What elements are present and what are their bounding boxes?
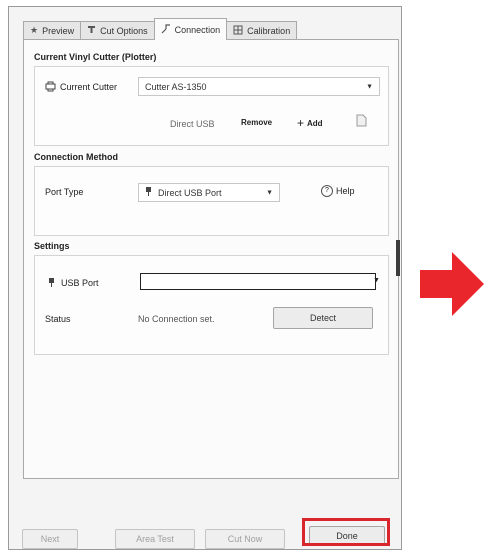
tab-connection[interactable]: Connection [153, 18, 228, 40]
right-arrow-icon [418, 250, 486, 321]
usb-port-select[interactable] [140, 273, 376, 290]
star-icon: ★ [30, 25, 39, 35]
connection-panel: Current Vinyl Cutter (Plotter) Current C… [23, 39, 399, 479]
add-label: Add [307, 118, 323, 128]
cutter-icon [87, 25, 96, 36]
connection-method-group: Connection Method Port Type Direct USB P… [34, 152, 389, 236]
chevron-down-icon[interactable]: ▼ [373, 277, 380, 284]
group-title: Connection Method [34, 152, 118, 162]
printer-icon [45, 81, 56, 95]
usb-plug-icon [145, 186, 152, 199]
connection-icon [161, 23, 171, 36]
calibration-icon [233, 25, 243, 37]
cut-now-button[interactable]: Cut Now [205, 529, 285, 549]
plus-icon: + [297, 116, 305, 130]
group-title: Current Vinyl Cutter (Plotter) [34, 52, 157, 62]
connection-summary: Direct USB [170, 119, 215, 129]
window-edge-divider [396, 240, 400, 276]
chevron-down-icon: ▼ [266, 189, 273, 196]
status-label: Status [45, 314, 71, 324]
cut-dialog: ★ Preview Cut Options Connection Calibra… [8, 6, 402, 550]
chevron-down-icon: ▼ [366, 83, 373, 90]
tab-label: Preview [42, 25, 75, 36]
port-type-select[interactable]: Direct USB Port ▼ [138, 183, 280, 202]
remove-button[interactable]: Remove [241, 118, 272, 127]
help-button[interactable]: ? Help [321, 185, 355, 197]
document-icon[interactable] [356, 114, 367, 130]
help-icon: ? [321, 185, 333, 197]
add-button[interactable]: + Add [297, 117, 323, 129]
group-title: Settings [34, 241, 70, 251]
port-type-value: Direct USB Port [158, 187, 222, 198]
tab-label: Connection [174, 24, 221, 35]
detect-button[interactable]: Detect [273, 307, 373, 329]
help-label: Help [336, 186, 355, 196]
tab-preview[interactable]: ★ Preview [23, 21, 82, 39]
port-type-label: Port Type [45, 187, 84, 197]
tab-label: Cut Options [100, 25, 148, 36]
done-highlight-box [302, 518, 390, 546]
usb-port-label: USB Port [61, 278, 99, 288]
tab-label: Calibration [247, 25, 291, 36]
current-cutter-label: Current Cutter [60, 82, 118, 92]
current-cutter-select[interactable]: Cutter AS-1350 ▼ [138, 77, 380, 96]
tab-cut-options[interactable]: Cut Options [80, 21, 155, 39]
usb-plug-icon [48, 277, 55, 291]
status-value: No Connection set. [138, 314, 215, 324]
next-button[interactable]: Next [22, 529, 78, 549]
current-cutter-group: Current Vinyl Cutter (Plotter) Current C… [34, 52, 389, 146]
tab-bar: ★ Preview Cut Options Connection Calibra… [23, 18, 298, 40]
tab-calibration[interactable]: Calibration [226, 21, 298, 39]
area-test-button[interactable]: Area Test [115, 529, 195, 549]
settings-group: Settings USB Port ▼ Status No Connection… [34, 241, 389, 355]
current-cutter-value: Cutter AS-1350 [145, 81, 207, 92]
